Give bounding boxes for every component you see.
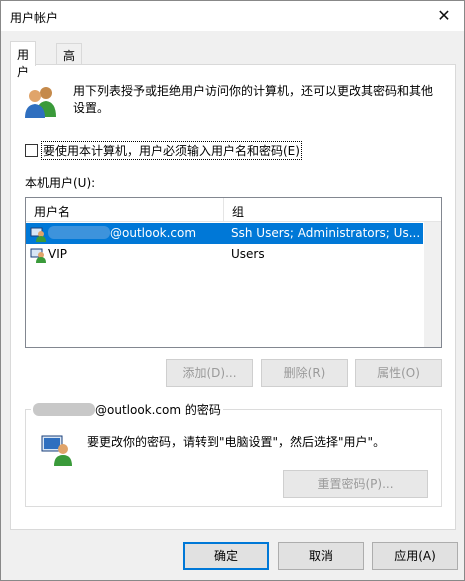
tab-advanced[interactable]: 高级 — [56, 43, 83, 80]
user-name-cell: @outlook.com — [48, 226, 224, 240]
user-accounts-dialog: 用户帐户 ✕ 用户 高级 用下列表授予或拒绝用户访问你的计算机，还可以更改其密码… — [0, 0, 465, 581]
password-groupbox-title: @outlook.com 的密码 — [31, 401, 223, 418]
column-header-username[interactable]: 用户名 — [26, 198, 224, 222]
table-row[interactable]: VIP Users — [26, 244, 423, 265]
local-users-label: 本机用户(U): — [25, 176, 96, 190]
add-button[interactable]: 添加(D)... — [166, 359, 253, 387]
close-button[interactable]: ✕ — [424, 1, 464, 31]
table-row[interactable]: @outlook.com Ssh Users; Administrators; … — [26, 223, 423, 244]
properties-button[interactable]: 属性(O) — [355, 359, 442, 387]
column-header-group[interactable]: 组 — [224, 198, 441, 222]
user-name-cell: VIP — [48, 247, 67, 261]
ok-button[interactable]: 确定 — [183, 542, 269, 570]
user-group-cell: Ssh Users; Administrators; Us... — [231, 226, 421, 240]
password-instructions: 要更改你的密码，请转到"电脑设置"，然后选择"用户"。 — [87, 435, 386, 449]
reset-password-button[interactable]: 重置密码(P)... — [283, 470, 428, 498]
redacted-username — [48, 226, 110, 239]
tab-users-label: 用户 — [17, 48, 30, 79]
require-login-checkbox[interactable] — [25, 144, 38, 157]
apply-button[interactable]: 应用(A) — [372, 542, 458, 570]
redacted-username — [33, 403, 95, 416]
tab-users[interactable]: 用户 — [10, 41, 37, 79]
window-title: 用户帐户 — [10, 11, 59, 25]
users-tab-panel: 用下列表授予或拒绝用户访问你的计算机，还可以更改其密码和其他设置。 要使用本计算… — [10, 64, 456, 530]
user-group-cell: Users — [231, 247, 265, 261]
user-name-suffix: @outlook.com — [110, 226, 197, 240]
users-icon — [25, 87, 56, 118]
password-groupbox-title-suffix: @outlook.com 的密码 — [95, 403, 221, 417]
user-account-icon — [30, 248, 46, 263]
user-password-icon — [41, 435, 72, 466]
cancel-button[interactable]: 取消 — [278, 542, 364, 570]
remove-button[interactable]: 删除(R) — [261, 359, 348, 387]
listview-scrollbar-area[interactable] — [424, 222, 441, 347]
require-login-row[interactable]: 要使用本计算机，用户必须输入用户名和密码(E) — [25, 141, 302, 160]
users-listview[interactable]: 用户名 组 @outlook.com Ssh Users; Administra… — [25, 197, 442, 348]
user-account-icon — [30, 227, 46, 242]
title-bar: 用户帐户 ✕ — [1, 1, 464, 31]
require-login-label[interactable]: 要使用本计算机，用户必须输入用户名和密码(E) — [41, 141, 302, 160]
listview-header: 用户名 组 — [26, 198, 441, 222]
intro-text: 用下列表授予或拒绝用户访问你的计算机，还可以更改其密码和其他设置。 — [73, 84, 434, 115]
